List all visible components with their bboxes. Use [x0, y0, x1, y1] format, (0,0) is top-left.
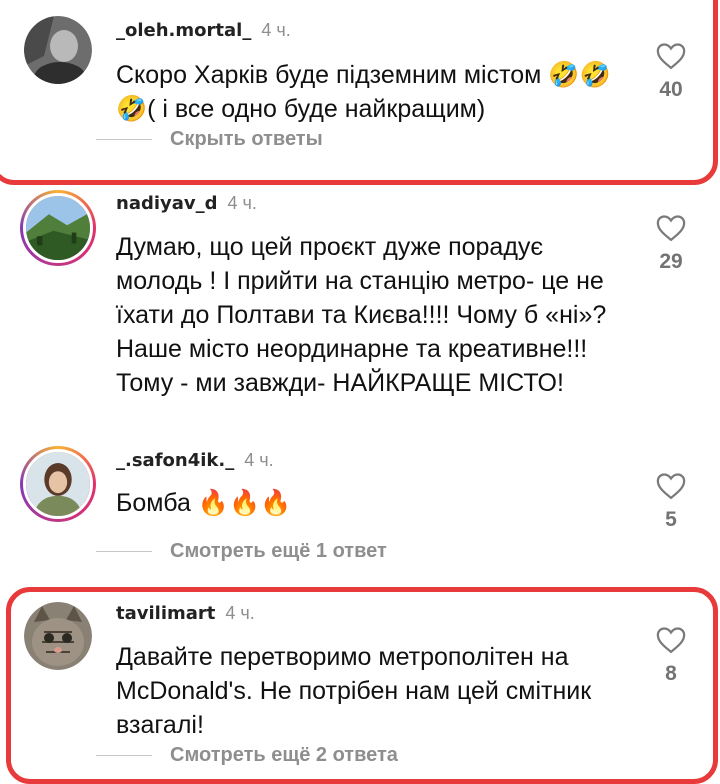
avatar[interactable]: [20, 190, 96, 266]
like-button[interactable]: 29: [650, 214, 692, 274]
view-more-replies-button[interactable]: Смотреть ещё 1 ответ: [96, 540, 387, 563]
hide-replies-button[interactable]: Скрыть ответы: [96, 128, 323, 151]
heart-icon: [656, 473, 686, 500]
divider: [96, 551, 152, 552]
comment-text: Думаю, що цей проєкт дуже порадує молодь…: [116, 233, 607, 397]
heart-icon: [656, 43, 686, 70]
cat-avatar-icon: [24, 602, 92, 670]
timestamp: 4 ч.: [225, 603, 255, 623]
like-button[interactable]: 40: [650, 42, 692, 102]
username[interactable]: _.safon4ik._: [116, 450, 234, 471]
avatar[interactable]: [24, 16, 92, 84]
timestamp: 4 ч.: [244, 450, 274, 470]
grey-portrait-avatar-icon: [24, 16, 92, 84]
view-more-replies-button[interactable]: Смотреть ещё 2 ответа: [96, 744, 398, 767]
replies-label[interactable]: Скрыть ответы: [170, 128, 323, 151]
avatar[interactable]: [20, 446, 96, 522]
landscape-avatar-icon: [26, 196, 90, 260]
timestamp: 4 ч.: [261, 20, 291, 40]
like-count: 29: [659, 250, 683, 273]
comment-meta: _.safon4ik._ 4 ч.: [116, 450, 274, 472]
divider: [96, 755, 152, 756]
comment-meta: _oleh.mortal_ 4 ч.: [116, 20, 291, 42]
username[interactable]: nadiyav_d: [116, 193, 218, 214]
comment-meta: nadiyav_d 4 ч.: [116, 193, 257, 215]
replies-label[interactable]: Смотреть ещё 2 ответа: [170, 744, 398, 767]
comment-text: Давайте перетворимо метрополітен на McDo…: [116, 643, 592, 739]
comment-text: Скоро Харків буде підземним містом 🤣🤣🤣( …: [116, 61, 611, 123]
like-button[interactable]: 5: [650, 472, 692, 532]
username[interactable]: _oleh.mortal_: [116, 20, 251, 41]
comment-meta: tavilimart 4 ч.: [116, 603, 255, 625]
like-count: 40: [659, 78, 683, 101]
like-count: 5: [665, 508, 677, 531]
heart-icon: [656, 215, 686, 242]
avatar[interactable]: [24, 602, 92, 670]
comment-text: Бомба 🔥🔥🔥: [116, 489, 292, 517]
like-count: 8: [665, 662, 677, 685]
heart-icon: [656, 627, 686, 654]
timestamp: 4 ч.: [227, 193, 257, 213]
username[interactable]: tavilimart: [116, 603, 215, 624]
woman-portrait-avatar-icon: [26, 452, 90, 516]
replies-label[interactable]: Смотреть ещё 1 ответ: [170, 540, 387, 563]
like-button[interactable]: 8: [650, 626, 692, 686]
divider: [96, 139, 152, 140]
